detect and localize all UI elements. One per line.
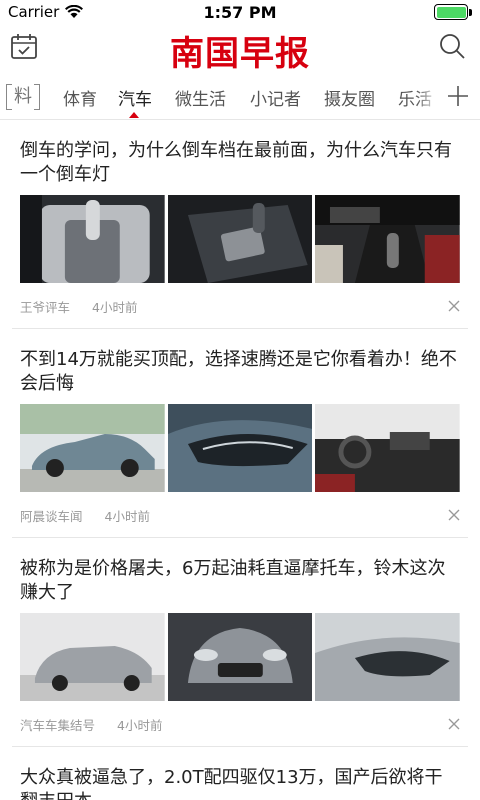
thumbnail-suzuki-grille (167, 613, 313, 701)
battery-icon (434, 4, 468, 20)
tab-sports[interactable]: 体育 (63, 85, 97, 110)
thumbnail-car-interior (315, 195, 461, 283)
article-meta: 王爷评车 4小时前 (20, 297, 137, 316)
tab-liao[interactable]: 料 (6, 84, 40, 110)
article-source: 王爷评车 (20, 300, 71, 315)
thumbnail-suzuki-headlight (315, 613, 461, 701)
article-source: 汽车车集结号 (20, 718, 96, 733)
bracket-right (34, 84, 40, 110)
divider (12, 746, 468, 747)
article-title[interactable]: 大众真被逼急了，2.0T配四驱仅13万，国产后欲将干翻丰田本 (20, 766, 460, 800)
article-source: 阿晨谈车闻 (20, 509, 83, 524)
article-item[interactable]: 大众真被逼急了，2.0T配四驱仅13万，国产后欲将干翻丰田本 (0, 748, 480, 800)
article-meta: 阿晨谈车闻 4小时前 (20, 506, 150, 525)
app-header: 南国早报 (0, 24, 480, 74)
thumbnail-dashboard (315, 404, 461, 492)
app-logo: 南国早报 (170, 34, 310, 74)
thumbnail-sedan-side (20, 404, 165, 492)
article-thumbnails (20, 613, 461, 701)
article-title[interactable]: 不到14万就能买顶配，选择速腾还是它你看着办！绝不会后悔 (20, 348, 460, 396)
divider (12, 328, 468, 329)
thumbnail-headlight (167, 404, 313, 492)
dismiss-icon[interactable] (448, 300, 460, 312)
article-title[interactable]: 倒车的学问，为什么倒车档在最前面，为什么汽车只有一个倒车灯 (20, 139, 460, 187)
status-time: 1:57 PM (203, 3, 277, 22)
status-right (434, 4, 472, 20)
article-time: 4小时前 (104, 509, 150, 524)
thumbnail-suzuki-front (20, 613, 165, 701)
tab-photo-circle[interactable]: 摄友圈 (324, 85, 375, 110)
add-channel-icon[interactable] (446, 84, 470, 108)
divider (12, 537, 468, 538)
article-meta: 汽车车集结号 4小时前 (20, 715, 162, 734)
tab-little-reporter[interactable]: 小记者 (250, 85, 301, 110)
battery-fill (436, 6, 466, 18)
thumbnail-gear-console (167, 195, 313, 283)
tab-fade (416, 74, 440, 118)
article-thumbnails (20, 404, 461, 492)
channel-tabs: 料 体育 汽车 微生活 小记者 摄友圈 乐活 (0, 74, 480, 120)
tab-micro-life[interactable]: 微生活 (175, 85, 226, 110)
battery-tip (469, 8, 472, 16)
article-time: 4小时前 (117, 718, 163, 733)
bracket-left (6, 84, 12, 110)
dismiss-icon[interactable] (448, 509, 460, 521)
active-tab-indicator (129, 112, 139, 118)
tab-liao-label: 料 (14, 86, 32, 107)
tab-strip: 料 体育 汽车 微生活 小记者 摄友圈 乐活 (0, 74, 440, 120)
tab-auto[interactable]: 汽车 (118, 85, 152, 110)
article-time: 4小时前 (92, 300, 138, 315)
dismiss-icon[interactable] (448, 718, 460, 730)
search-icon[interactable] (438, 32, 466, 60)
article-thumbnails (20, 195, 461, 283)
thumbnail-gear-shifter (20, 195, 165, 283)
article-title[interactable]: 被称为是价格屠夫，6万起油耗直逼摩托车，铃木这次赚大了 (20, 557, 460, 605)
status-bar: Carrier 1:57 PM (0, 0, 480, 24)
